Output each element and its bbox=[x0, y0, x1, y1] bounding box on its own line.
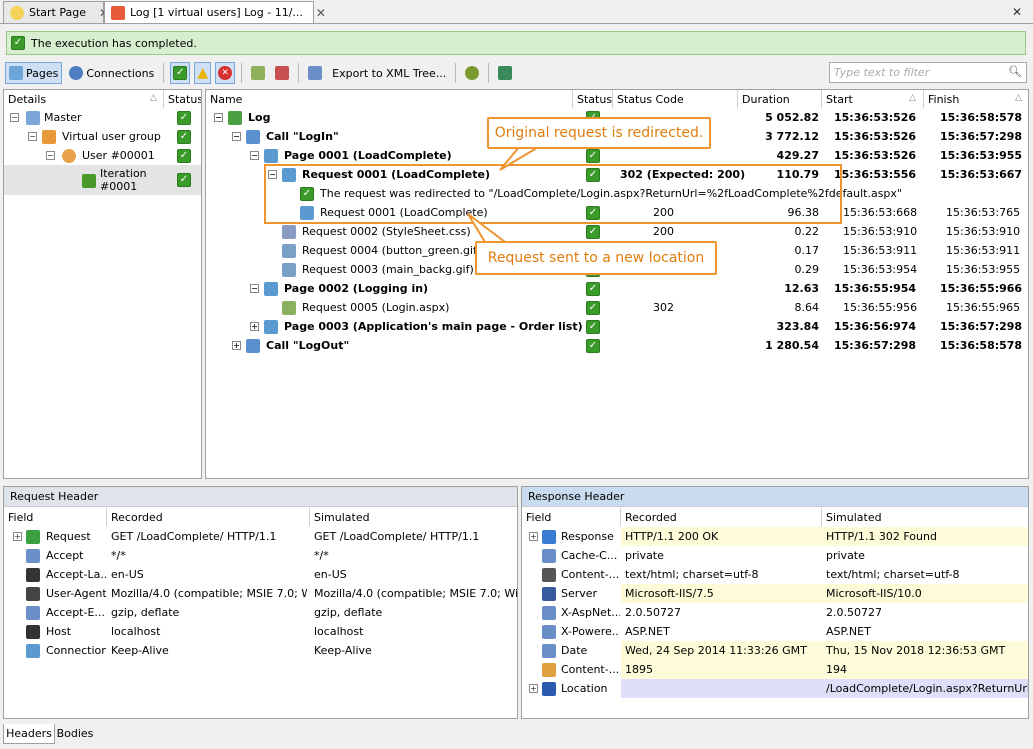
expand-icon[interactable]: + bbox=[529, 684, 538, 693]
field-icon bbox=[542, 586, 556, 601]
recorded-value: HTTP/1.1 200 OK bbox=[625, 530, 719, 543]
expand-icon[interactable]: + bbox=[13, 532, 22, 541]
header-row[interactable]: Cache-C... private private bbox=[522, 546, 1028, 565]
expand-icon[interactable]: + bbox=[529, 532, 538, 541]
field-name: Content-... bbox=[561, 663, 620, 676]
recorded-value: localhost bbox=[111, 625, 161, 638]
header-row[interactable]: Accept */* */* bbox=[4, 546, 517, 565]
field-name: Accept bbox=[46, 549, 84, 562]
field-icon bbox=[26, 567, 40, 582]
header-row[interactable]: User-Agent Mozilla/4.0 (compatible; MSIE … bbox=[4, 584, 517, 603]
field-icon bbox=[542, 643, 556, 658]
simulated-value: localhost bbox=[314, 625, 364, 638]
field-name: Connection bbox=[46, 644, 106, 657]
recorded-value: ASP.NET bbox=[625, 625, 670, 638]
simulated-value: GET /LoadComplete/ HTTP/1.1 bbox=[314, 530, 480, 543]
column-header[interactable]: Simulated bbox=[310, 508, 517, 526]
field-icon bbox=[26, 586, 40, 601]
recorded-value: en-US bbox=[111, 568, 144, 581]
callout-redirect: Original request is redirected. bbox=[487, 117, 711, 149]
simulated-value: text/html; charset=utf-8 bbox=[826, 568, 960, 581]
field-icon bbox=[542, 662, 556, 677]
callout-new-location: Request sent to a new location bbox=[475, 241, 717, 275]
column-header[interactable]: Simulated bbox=[822, 508, 1028, 526]
simulated-value: gzip, deflate bbox=[314, 606, 383, 619]
field-name: User-Agent bbox=[46, 587, 106, 600]
recorded-value: Wed, 24 Sep 2014 11:33:26 GMT bbox=[625, 644, 807, 657]
column-header[interactable]: Recorded bbox=[107, 508, 310, 526]
field-name: Response bbox=[561, 530, 614, 543]
header-row[interactable]: Server Microsoft-IIS/7.5 Microsoft-IIS/10.… bbox=[522, 584, 1028, 603]
simulated-value: 194 bbox=[826, 663, 847, 676]
header-row[interactable]: Content-... text/html; charset=utf-8 text/… bbox=[522, 565, 1028, 584]
simulated-value: Microsoft-IIS/10.0 bbox=[826, 587, 922, 600]
field-icon bbox=[542, 548, 556, 563]
field-name: Content-... bbox=[561, 568, 620, 581]
recorded-value: Mozilla/4.0 (compatible; MSIE 7.0; Win..… bbox=[111, 587, 307, 600]
field-icon bbox=[542, 529, 556, 544]
header-row[interactable]: Host localhost localhost bbox=[4, 622, 517, 641]
simulated-value: private bbox=[826, 549, 865, 562]
field-name: Accept-La... bbox=[46, 568, 106, 581]
response-header-panel: Response Header Field Recorded Simulated… bbox=[521, 486, 1029, 719]
recorded-value: private bbox=[625, 549, 664, 562]
field-icon bbox=[26, 529, 40, 544]
recorded-value: 1895 bbox=[625, 663, 653, 676]
recorded-value: 2.0.50727 bbox=[625, 606, 681, 619]
field-name: Cache-C... bbox=[561, 549, 618, 562]
panel-title: Response Header bbox=[522, 487, 1028, 507]
header-row[interactable]: X-Powere... ASP.NET ASP.NET bbox=[522, 622, 1028, 641]
column-header[interactable]: Recorded bbox=[621, 508, 822, 526]
tab-headers[interactable]: Headers bbox=[3, 724, 55, 744]
recorded-value: Microsoft-IIS/7.5 bbox=[625, 587, 714, 600]
field-name: Accept-E... bbox=[46, 606, 105, 619]
field-icon bbox=[542, 681, 556, 696]
column-header[interactable]: Field bbox=[522, 508, 621, 526]
field-icon bbox=[26, 548, 40, 563]
field-name: Location bbox=[561, 682, 608, 695]
recorded-value: */* bbox=[111, 549, 126, 562]
header-row[interactable]: Date Wed, 24 Sep 2014 11:33:26 GMT Thu, 15… bbox=[522, 641, 1028, 660]
field-name: X-Powere... bbox=[561, 625, 620, 638]
column-header[interactable]: Field bbox=[4, 508, 107, 526]
simulated-value: Thu, 15 Nov 2018 12:36:53 GMT bbox=[826, 644, 1006, 657]
recorded-value: Keep-Alive bbox=[111, 644, 169, 657]
field-name: Request bbox=[46, 530, 91, 543]
field-name: X-AspNet... bbox=[561, 606, 620, 619]
field-icon bbox=[26, 605, 40, 620]
simulated-value: */* bbox=[314, 549, 329, 562]
header-row[interactable]: + Response HTTP/1.1 200 OK HTTP/1.1 302 Fou… bbox=[522, 527, 1028, 546]
recorded-value: GET /LoadComplete/ HTTP/1.1 bbox=[111, 530, 277, 543]
simulated-value: 2.0.50727 bbox=[826, 606, 882, 619]
field-icon bbox=[542, 605, 556, 620]
header-row[interactable]: Accept-E... gzip, deflate gzip, deflate bbox=[4, 603, 517, 622]
field-icon bbox=[542, 624, 556, 639]
simulated-value: /LoadComplete/Login.aspx?ReturnUrl... bbox=[826, 682, 1028, 695]
field-name: Host bbox=[46, 625, 72, 638]
simulated-value: ASP.NET bbox=[826, 625, 871, 638]
simulated-value: en-US bbox=[314, 568, 347, 581]
field-name: Server bbox=[561, 587, 598, 600]
simulated-value: Mozilla/4.0 (compatible; MSIE 7.0; Win..… bbox=[314, 587, 517, 600]
simulated-value: HTTP/1.1 302 Found bbox=[826, 530, 937, 543]
panel-title: Request Header bbox=[4, 487, 517, 507]
header-row[interactable]: + Request GET /LoadComplete/ HTTP/1.1 GET /… bbox=[4, 527, 517, 546]
field-icon bbox=[26, 624, 40, 639]
tab-bodies[interactable]: Bodies bbox=[55, 724, 95, 743]
field-icon bbox=[26, 643, 40, 658]
header-row[interactable]: Connection Keep-Alive Keep-Alive bbox=[4, 641, 517, 660]
simulated-value: Keep-Alive bbox=[314, 644, 372, 657]
recorded-value: gzip, deflate bbox=[111, 606, 180, 619]
recorded-value: text/html; charset=utf-8 bbox=[625, 568, 759, 581]
header-row[interactable]: X-AspNet... 2.0.50727 2.0.50727 bbox=[522, 603, 1028, 622]
header-row[interactable]: Content-... 1895 194 bbox=[522, 660, 1028, 679]
header-row[interactable]: + Location/LoadComplete/Login.aspx?Return… bbox=[522, 679, 1028, 698]
request-header-panel: Request Header Field Recorded Simulated … bbox=[3, 486, 518, 719]
field-icon bbox=[542, 567, 556, 582]
header-row[interactable]: Accept-La... en-US en-US bbox=[4, 565, 517, 584]
field-name: Date bbox=[561, 644, 588, 657]
